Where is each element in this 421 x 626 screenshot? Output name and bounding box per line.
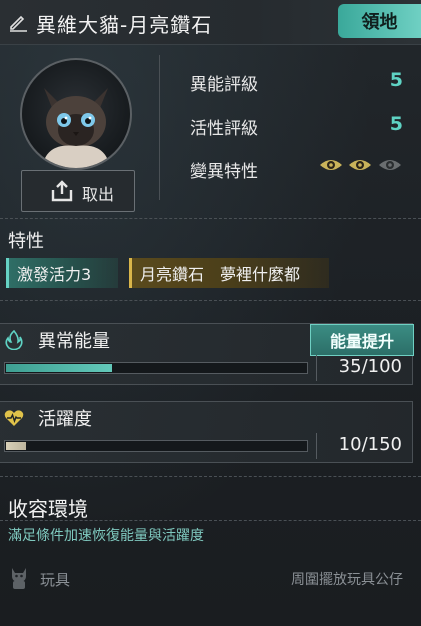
value-separator bbox=[316, 355, 317, 381]
heart-pulse-icon bbox=[4, 410, 24, 426]
abnormal-energy-bar bbox=[4, 362, 308, 374]
abnormal-energy-panel: 異常能量 能量提升 35/100 bbox=[0, 323, 414, 385]
eye-icon-inactive bbox=[379, 160, 401, 170]
abnormal-energy-label: 異常能量 bbox=[38, 331, 110, 352]
eye-icon-active bbox=[320, 160, 342, 170]
flame-icon bbox=[5, 330, 23, 350]
take-out-button[interactable]: 取出 bbox=[21, 170, 135, 212]
section-divider bbox=[0, 300, 421, 301]
export-icon bbox=[51, 180, 73, 202]
trait-tag-moon-diamond[interactable]: 月亮鑽石 夢裡什麼都 bbox=[129, 258, 329, 288]
vitality-fill bbox=[6, 442, 27, 450]
value-separator bbox=[316, 433, 317, 459]
territory-button[interactable]: 領地 bbox=[338, 4, 421, 38]
section-divider bbox=[0, 218, 421, 219]
abnormal-energy-value: 35/100 bbox=[338, 356, 402, 377]
header-bar: 異維大貓-月亮鑽石 領地 bbox=[0, 0, 421, 45]
trait-tag-vitality[interactable]: 激發活力3 bbox=[6, 258, 118, 288]
environment-title: 收容環境 bbox=[8, 497, 88, 521]
vitality-label: 活躍度 bbox=[38, 409, 92, 430]
vitality-value: 10/150 bbox=[338, 434, 402, 455]
ability-rating-label: 異能評級 bbox=[190, 75, 258, 95]
traits-title: 特性 bbox=[8, 231, 44, 252]
eye-icon-active bbox=[349, 160, 371, 170]
pet-avatar bbox=[20, 58, 132, 170]
section-divider bbox=[0, 476, 421, 477]
pet-name-title: 異維大貓-月亮鑽石 bbox=[36, 13, 213, 37]
vitality-panel: 活躍度 10/150 bbox=[0, 401, 413, 463]
cat-portrait-image bbox=[42, 88, 110, 168]
ability-rating-value: 5 bbox=[389, 69, 403, 91]
take-out-label: 取出 bbox=[82, 185, 115, 204]
toy-condition: 周圍擺放玩具公仔 bbox=[291, 572, 403, 588]
toy-label: 玩具 bbox=[40, 571, 71, 589]
edit-name-icon[interactable] bbox=[8, 12, 28, 32]
toy-icon bbox=[12, 568, 26, 589]
avatar-divider bbox=[159, 55, 160, 200]
section-divider bbox=[0, 520, 421, 521]
energy-boost-button[interactable]: 能量提升 bbox=[310, 324, 414, 356]
mutation-trait-label: 變異特性 bbox=[190, 162, 258, 182]
activity-rating-label: 活性評級 bbox=[190, 119, 258, 139]
vitality-bar bbox=[4, 440, 308, 452]
environment-subtitle: 滿足條件加速恢復能量與活躍度 bbox=[8, 528, 204, 544]
activity-rating-value: 5 bbox=[389, 113, 403, 135]
abnormal-energy-fill bbox=[6, 364, 112, 372]
